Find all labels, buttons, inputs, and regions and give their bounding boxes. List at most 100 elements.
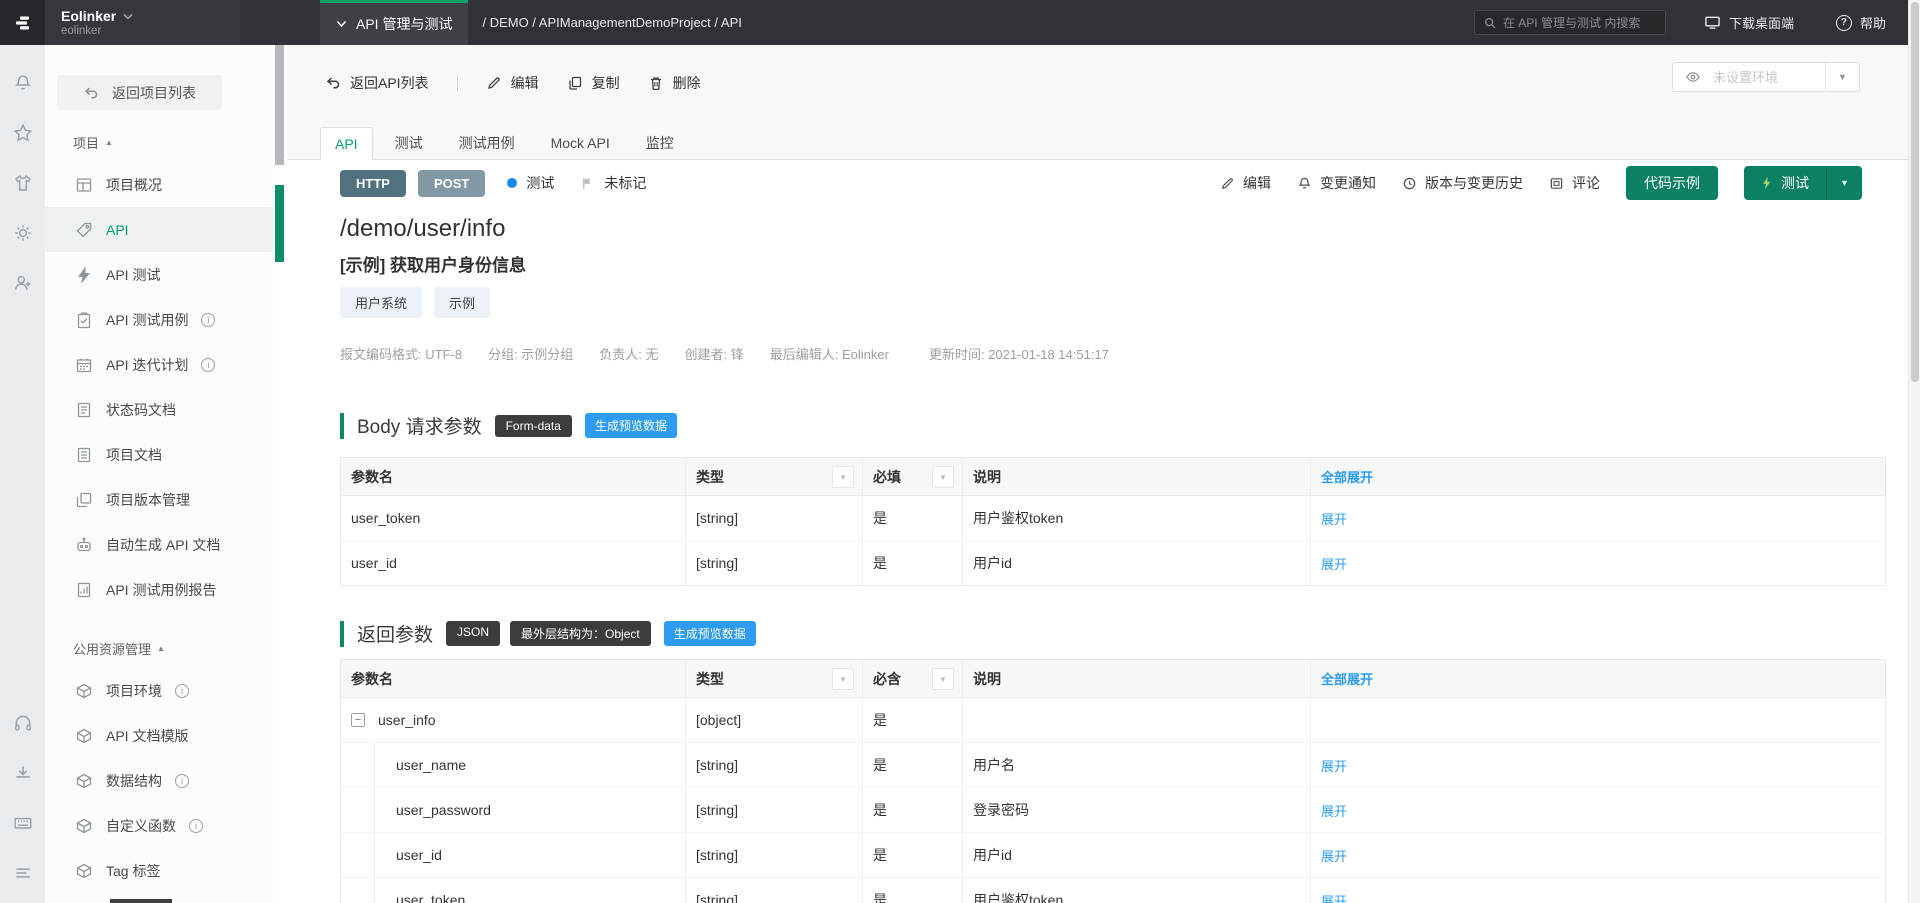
icon-rail <box>0 45 45 903</box>
eye-icon[interactable] <box>1673 69 1713 85</box>
sidebar-item-tag-标签[interactable]: Tag 标签 <box>45 848 273 893</box>
group-label: 公用资源管理 <box>73 639 151 658</box>
workspace-clothes-icon[interactable] <box>13 173 33 193</box>
global-search[interactable] <box>1474 10 1666 35</box>
collapse-icon[interactable]: − <box>351 713 365 727</box>
favorites-star-icon[interactable] <box>13 123 33 143</box>
shortcuts-keyboard-icon[interactable] <box>13 813 33 833</box>
expand-link[interactable]: 展开 <box>1321 894 1347 903</box>
delete-button[interactable]: 删除 <box>648 73 701 93</box>
info-icon[interactable]: i <box>189 819 203 833</box>
window-scrollbar[interactable] <box>1908 0 1920 903</box>
status-dot <box>507 178 517 188</box>
import-tray-icon[interactable] <box>13 763 33 783</box>
settings-gear-icon[interactable] <box>13 223 33 243</box>
sidebar-item-项目环境[interactable]: 项目环境i <box>45 668 273 713</box>
column-header: 参数名 <box>341 660 686 698</box>
generate-preview-button[interactable]: 生成预览数据 <box>585 413 677 438</box>
info-icon[interactable]: i <box>201 358 215 372</box>
sidebar-item-label: 自动生成 API 文档 <box>106 535 220 555</box>
top-bar: Eolinker eolinker API 管理与测试 / DEMO / API… <box>0 0 1920 45</box>
back-to-project-list-button[interactable]: 返回项目列表 <box>57 75 222 110</box>
search-input[interactable] <box>1503 16 1653 30</box>
sidebar-item-api[interactable]: API <box>45 207 273 252</box>
param-name: user_password <box>396 802 491 818</box>
param-name-cell: user_name <box>341 743 686 788</box>
info-icon[interactable]: i <box>175 774 189 788</box>
group-label: 项目 <box>73 133 99 152</box>
product-tab-api-management[interactable]: API 管理与测试 <box>320 0 468 45</box>
sidebar-group-header[interactable]: 公用资源管理▲ <box>45 639 273 658</box>
expand-link[interactable]: 展开 <box>1321 804 1347 819</box>
sidebar-item-项目文档[interactable]: 项目文档 <box>45 432 273 477</box>
sidebar-item-api-文档模版[interactable]: API 文档模版 <box>45 713 273 758</box>
tab-监控[interactable]: 监控 <box>646 127 674 160</box>
sidebar-item-api-测试用例报告[interactable]: API 测试用例报告 <box>45 567 273 612</box>
param-required-cell: 是 <box>863 698 963 743</box>
sidebar-scrollbar-thumb[interactable] <box>275 45 284 165</box>
code-sample-button[interactable]: 代码示例 <box>1626 166 1718 200</box>
comment-button[interactable]: 评论 <box>1549 173 1600 193</box>
tab-测试用例[interactable]: 测试用例 <box>459 127 515 160</box>
sidebar-item-api-测试用例[interactable]: API 测试用例i <box>45 297 273 342</box>
sidebar-item-自动生成-api-文档[interactable]: 自动生成 API 文档 <box>45 522 273 567</box>
expand-link[interactable]: 展开 <box>1321 759 1347 774</box>
sidebar-item-api-测试[interactable]: API 测试 <box>45 252 273 297</box>
sidebar-item-状态码文档[interactable]: 状态码文档 <box>45 387 273 432</box>
info-icon[interactable]: i <box>201 313 215 327</box>
sidebar-item-label: 项目文档 <box>106 445 162 465</box>
tree-indent <box>351 743 375 787</box>
change-notification-button[interactable]: 变更通知 <box>1297 173 1376 193</box>
protocol-badge: HTTP <box>340 170 406 197</box>
body-params-section: Body 请求参数 Form-data 生成预览数据 参数名类型▼必填▼说明全部… <box>340 412 1886 586</box>
format-badge: 最外层结构为：Object <box>510 621 651 646</box>
tab-测试[interactable]: 测试 <box>395 127 423 160</box>
filter-dropdown-icon[interactable]: ▼ <box>932 668 954 690</box>
help-button[interactable]: ? 帮助 <box>1836 13 1886 32</box>
expand-all-link[interactable]: 全部展开 <box>1321 672 1373 687</box>
filter-dropdown-icon[interactable]: ▼ <box>932 466 954 488</box>
menu-lines-icon[interactable] <box>13 863 33 883</box>
expand-link[interactable]: 展开 <box>1321 849 1347 864</box>
edit-api-button[interactable]: 编辑 <box>1220 173 1271 193</box>
download-desktop-button[interactable]: 下载桌面端 <box>1704 13 1794 32</box>
sidebar-item-数据结构[interactable]: 数据结构i <box>45 758 273 803</box>
monitor-icon <box>1704 15 1721 30</box>
filter-dropdown-icon[interactable]: ▼ <box>832 668 854 690</box>
test-split-button[interactable]: 测试 ▼ <box>1744 166 1862 200</box>
environment-selector[interactable]: ▼ <box>1672 62 1860 92</box>
section-anchor-indicator[interactable] <box>275 185 284 262</box>
tab-api[interactable]: API <box>320 127 373 160</box>
cube-icon <box>75 682 93 700</box>
expand-link[interactable]: 展开 <box>1321 512 1347 527</box>
param-name-cell: user_id <box>341 541 686 586</box>
param-required-cell: 是 <box>863 833 963 878</box>
section-accent-bar <box>340 621 344 647</box>
support-headset-icon[interactable] <box>13 713 33 733</box>
window-scrollbar-thumb[interactable] <box>1911 2 1919 382</box>
expand-all-link[interactable]: 全部展开 <box>1321 470 1373 485</box>
info-icon[interactable]: i <box>175 684 189 698</box>
sidebar-item-项目版本管理[interactable]: 项目版本管理 <box>45 477 273 522</box>
sidebar-item-api-迭代计划[interactable]: API 迭代计划i <box>45 342 273 387</box>
copy-button[interactable]: 复制 <box>567 73 620 93</box>
expand-link[interactable]: 展开 <box>1321 557 1347 572</box>
workspace-switcher[interactable]: Eolinker eolinker <box>45 0 240 45</box>
tab-mock-api[interactable]: Mock API <box>551 127 610 160</box>
environment-input[interactable] <box>1713 70 1825 85</box>
generate-preview-button[interactable]: 生成预览数据 <box>664 621 756 646</box>
edit-button[interactable]: 编辑 <box>486 73 539 93</box>
chevron-down-icon[interactable]: ▼ <box>1825 63 1859 91</box>
notifications-bell-icon[interactable] <box>13 73 33 93</box>
filter-dropdown-icon[interactable]: ▼ <box>832 466 854 488</box>
version-history-button[interactable]: 版本与变更历史 <box>1402 173 1523 193</box>
chevron-down-icon[interactable]: ▼ <box>1826 166 1862 200</box>
eolinker-logo[interactable] <box>0 0 45 45</box>
back-to-api-list-button[interactable]: 返回API列表 <box>325 73 429 93</box>
sidebar-item-自定义函数[interactable]: 自定义函数i <box>45 803 273 848</box>
column-header-expand: 全部展开 <box>1311 660 1886 698</box>
sidebar-item-项目概况[interactable]: 项目概况 <box>45 162 273 207</box>
flag-icon[interactable] <box>580 176 595 191</box>
invite-user-icon[interactable] <box>13 273 33 293</box>
sidebar-group-header[interactable]: 项目▲ <box>45 133 273 152</box>
